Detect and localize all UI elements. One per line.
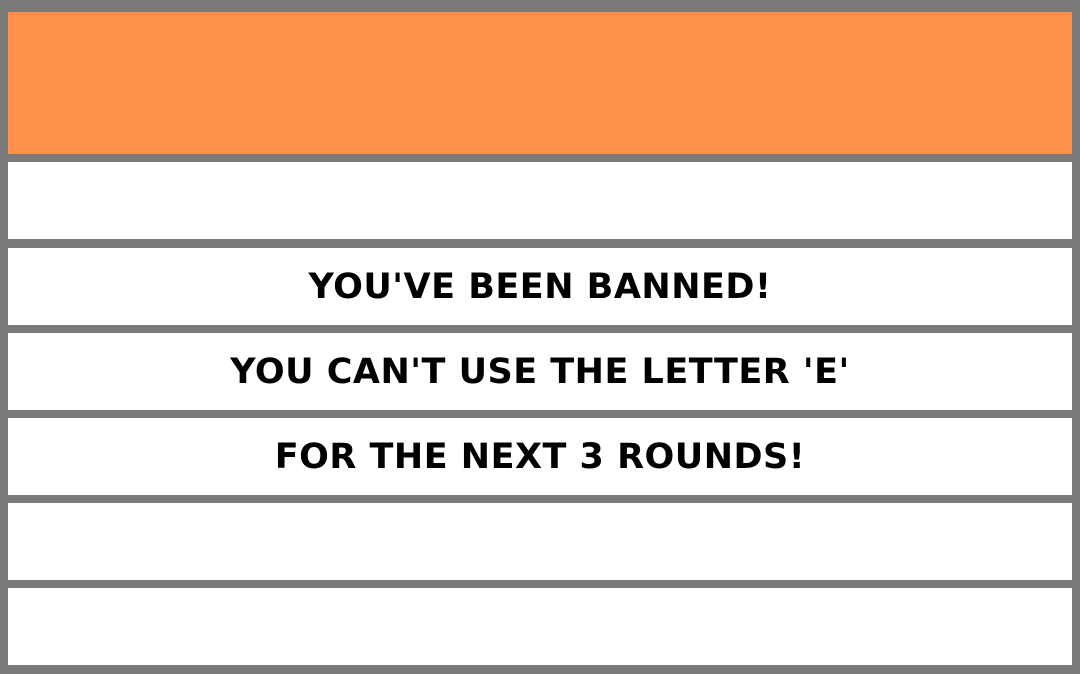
card-line-4: FOR THE NEXT 3 ROUNDS! xyxy=(8,418,1072,495)
ban-title: YOU'VE BEEN BANNED! xyxy=(308,266,772,307)
card-header xyxy=(8,12,1072,154)
card-line-3: YOU CAN'T USE THE LETTER 'E' xyxy=(8,333,1072,410)
card-line-1 xyxy=(8,162,1072,239)
ban-rule: YOU CAN'T USE THE LETTER 'E' xyxy=(230,351,850,392)
card-line-2: YOU'VE BEEN BANNED! xyxy=(8,248,1072,325)
card-line-5 xyxy=(8,503,1072,580)
ban-card: YOU'VE BEEN BANNED! YOU CAN'T USE THE LE… xyxy=(0,0,1080,674)
card-line-6 xyxy=(8,588,1072,665)
ban-duration: FOR THE NEXT 3 ROUNDS! xyxy=(274,436,806,477)
